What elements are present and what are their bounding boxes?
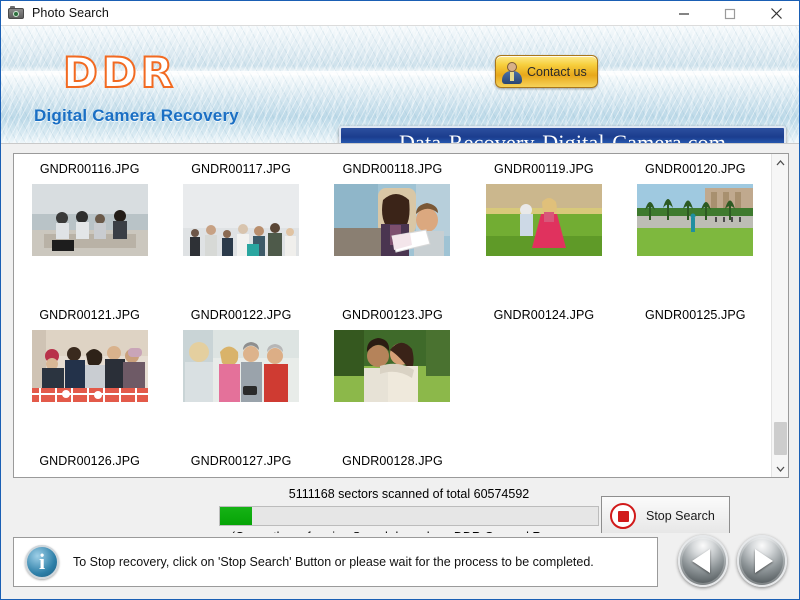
close-button[interactable] [753,1,799,26]
chevron-down-icon[interactable] [772,460,788,477]
contact-us-label: Contact us [527,64,587,79]
file-label: GNDR00124.JPG [493,308,595,322]
file-label: GNDR00119.JPG [494,162,594,176]
vertical-scrollbar[interactable] [771,154,788,477]
grid-cell: GNDR00116.JPG [14,154,165,300]
main-content: GNDR00116.JPG GNDR00117.JPG GNDR00118.JP… [1,144,799,558]
stop-search-label: Stop Search [646,509,715,523]
website-url-text: Data-Recovery-Digital-Camera.com [398,130,727,144]
thumbnail-image[interactable] [183,184,300,256]
file-label: GNDR00128.JPG [342,454,443,468]
grid-cell: GNDR00119.JPG [468,154,619,300]
sectors-scanned-text: 5111168 sectors scanned of total 6057459… [288,487,530,501]
file-label: GNDR00121.JPG [39,308,141,322]
window-controls [661,1,799,26]
next-arrow-icon[interactable] [737,535,787,587]
grid-cell: GNDR00127.JPG [165,446,316,477]
thumbnail-scroll-area: GNDR00116.JPG GNDR00117.JPG GNDR00118.JP… [14,154,771,477]
thumbnail-image[interactable] [485,184,602,256]
footer-bar: i To Stop recovery, click on 'Stop Searc… [1,533,799,595]
info-icon: i [25,545,59,579]
photo-search-window: Photo Search DDR Digital Camera Recovery [0,0,800,600]
progress-area: 5111168 sectors scanned of total 6057459… [13,487,787,558]
scrollbar-thumb[interactable] [774,422,787,455]
stop-search-button[interactable]: Stop Search [601,496,730,536]
chevron-up-icon[interactable] [772,154,788,171]
ddr-logo: DDR [62,47,178,98]
file-label: GNDR00123.JPG [342,308,443,322]
camera-icon [8,6,24,20]
file-label: GNDR00127.JPG [190,454,292,468]
info-message-box: i To Stop recovery, click on 'Stop Searc… [13,537,658,587]
grid-cell: GNDR00125.JPG [620,300,771,446]
thumbnail-image[interactable] [637,184,754,256]
grid-cell: GNDR00123.JPG [317,300,468,446]
grid-cell: GNDR00120.JPG [620,154,771,300]
scan-progress-bar [219,506,599,526]
thumbnail-image[interactable] [334,330,451,402]
grid-cell [620,446,771,477]
thumbnail-image[interactable] [31,330,148,402]
grid-cell [468,446,619,477]
thumbnail-image[interactable] [334,184,451,256]
contact-us-button[interactable]: Contact us [495,55,598,88]
file-label: GNDR00126.JPG [39,454,141,468]
thumbnail-grid: GNDR00116.JPG GNDR00117.JPG GNDR00118.JP… [14,154,771,477]
file-label: GNDR00117.JPG [191,162,291,176]
maximize-button[interactable] [707,1,753,26]
file-label: GNDR00120.JPG [644,162,746,176]
stop-icon [610,503,636,529]
title-bar: Photo Search [1,1,799,26]
thumbnail-image[interactable] [31,184,148,256]
grid-cell: GNDR00122.JPG [165,300,316,446]
file-label: GNDR00118.JPG [342,162,443,176]
file-label: GNDR00125.JPG [644,308,746,322]
file-label: GNDR00122.JPG [190,308,292,322]
thumbnail-image[interactable] [183,330,300,402]
thumbnail-panel: GNDR00116.JPG GNDR00117.JPG GNDR00118.JP… [13,153,789,478]
grid-cell: GNDR00124.JPG [468,300,619,446]
grid-cell: GNDR00128.JPG [317,446,468,477]
grid-cell: GNDR00126.JPG [14,446,165,477]
website-url-banner[interactable]: Data-Recovery-Digital-Camera.com [339,126,786,144]
person-icon [501,60,523,84]
scan-progress-fill [220,507,252,525]
grid-cell: GNDR00121.JPG [14,300,165,446]
branding-banner: DDR Digital Camera Recovery Contact us D… [1,26,799,144]
navigation-buttons [678,535,787,587]
grid-cell: GNDR00117.JPG [165,154,316,300]
grid-cell: GNDR00118.JPG [317,154,468,300]
window-title: Photo Search [32,6,109,20]
file-label: GNDR00116.JPG [39,162,140,176]
minimize-button[interactable] [661,1,707,26]
product-tagline: Digital Camera Recovery [34,106,239,125]
previous-arrow-icon[interactable] [678,535,728,587]
info-message-text: To Stop recovery, click on 'Stop Search'… [73,555,594,569]
